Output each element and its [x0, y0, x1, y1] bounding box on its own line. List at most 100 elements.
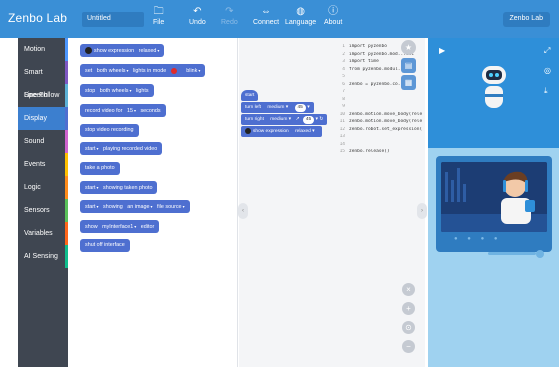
block-shut-off-interface[interactable]: shut off interface [80, 239, 130, 252]
code-line: 14 [336, 142, 428, 150]
robot-base-bar [488, 252, 536, 255]
settings-icon[interactable]: ◎ [544, 66, 551, 75]
block-show-expression[interactable]: show expression relaxed ▾ [241, 126, 322, 137]
block-set-wheel-lights[interactable]: set both wheels▾ lights in mode blink▾ [80, 64, 206, 78]
category-smart-speech[interactable]: Smart Speech [18, 61, 68, 99]
collapse-code-handle[interactable]: › [417, 203, 427, 219]
block-stop-video-recording[interactable]: stop video recording [80, 124, 139, 137]
play-icon[interactable]: ▶ [439, 46, 445, 55]
stage-area: ▶ ⤢ ◎ ⤓ [428, 38, 559, 148]
block-take-photo[interactable]: take a photo [80, 162, 120, 175]
angle-input[interactable]: 45 [302, 116, 315, 124]
image-dropdown[interactable]: an image▾ [127, 200, 152, 214]
menu-about-button[interactable]: ⓘ About [324, 4, 342, 26]
block-text: show expression [94, 48, 135, 54]
category-label: Line Follow [24, 92, 60, 99]
category-motion[interactable]: Motion [18, 38, 68, 61]
chevron-down-icon: ▾ [96, 185, 99, 190]
line-number: 11 [339, 119, 345, 124]
block-start-showing-photo[interactable]: start▾ showing taken photo [80, 181, 158, 195]
code-view-button[interactable]: ▤ [401, 58, 416, 73]
pin-button[interactable]: ★ [401, 40, 416, 55]
speed-dropdown[interactable]: medium ▾ [267, 116, 294, 124]
category-display[interactable]: Display [18, 107, 68, 130]
block-start-showing-image[interactable]: start▾ showing an image▾ file source▾ [80, 200, 190, 213]
collapse-palette-handle[interactable]: ‹ [238, 203, 248, 219]
block-show-expression[interactable]: show expression relaxed▾ [80, 44, 165, 58]
action-dropdown[interactable]: start▾ [85, 200, 99, 214]
wheel-target-dropdown[interactable]: both wheels▾ [100, 84, 132, 98]
speed-dropdown[interactable]: medium ▾ [264, 104, 291, 112]
globe-icon: ◍ [296, 6, 305, 17]
project-title-input[interactable]: Untitled [82, 12, 144, 27]
interface-dropdown[interactable]: myInterface1▾ [102, 220, 136, 234]
category-label: Sensors [24, 207, 50, 214]
block-text: lights in mode [133, 68, 167, 74]
expression-dropdown[interactable]: relaxed ▾ [292, 128, 317, 136]
chevron-down-icon: ▾ [126, 68, 129, 73]
line-number: 6 [342, 81, 345, 87]
grid-view-button[interactable]: ▦ [401, 75, 416, 90]
block-record-video[interactable]: record video for 15▾ seconds [80, 104, 166, 117]
target-icon: ⊙ [405, 323, 412, 332]
dropdown-value: start [85, 146, 96, 152]
block-stop-wheel-lights[interactable]: stop both wheels▾ lights [80, 84, 154, 97]
user-account-button[interactable]: Zenbo Lab [502, 12, 550, 27]
line-number: 3 [342, 59, 345, 64]
dropdown-value: relaxed [138, 48, 157, 54]
dropdown-value: both wheels [99, 88, 129, 94]
category-line-follow[interactable]: Line Follow [18, 84, 68, 107]
category-logic[interactable]: Logic [18, 176, 68, 199]
block-start-playing-video[interactable]: start▾ playing recorded video [80, 142, 163, 156]
fullscreen-icon[interactable]: ⤢ [544, 46, 550, 56]
category-events[interactable]: Events [18, 153, 68, 176]
category-sound[interactable]: Sound [18, 130, 68, 153]
line-number: 9 [342, 104, 345, 109]
plus-icon: + [406, 304, 411, 313]
duration-dropdown[interactable]: 15▾ [127, 104, 136, 118]
block-turn-right[interactable]: turn right medium ▾ ↗ 45 ▾ ↻ [241, 114, 328, 125]
action-dropdown[interactable]: start▾ [85, 142, 99, 156]
category-sidebar: Motion Smart Speech Line Follow Display … [18, 38, 68, 367]
code-text: zenbo.release() [349, 149, 390, 154]
download-icon[interactable]: ⤓ [544, 86, 548, 96]
zoom-in-button[interactable]: + [402, 302, 415, 315]
light-mode-dropdown[interactable]: blink▾ [186, 64, 200, 78]
expression-dropdown[interactable]: relaxed▾ [139, 44, 160, 58]
color-swatch[interactable] [170, 67, 177, 74]
face-icon [245, 127, 251, 134]
menu-connect-label: Connect [253, 19, 280, 26]
zoom-out-button[interactable]: − [402, 340, 415, 353]
block-start-hat[interactable]: start [241, 90, 259, 101]
menu-undo-button[interactable]: ↶ Undo [189, 4, 206, 26]
category-ai-sensing[interactable]: AI Sensing [18, 245, 68, 268]
category-sensors[interactable]: Sensors [18, 199, 68, 222]
block-show-interface-editor[interactable]: show myInterface1▾ editor [80, 220, 160, 234]
file-source-dropdown[interactable]: file source▾ [157, 200, 185, 214]
category-variables[interactable]: Variables [18, 222, 68, 245]
block-text: editor [140, 224, 155, 230]
block-turn-left[interactable]: turn left medium ▾ 45 ▾ [241, 102, 314, 113]
line-number: 14 [339, 141, 345, 147]
robot-display-frame: ● ● ● ● [436, 156, 552, 252]
line-number: 7 [342, 89, 345, 94]
delete-button[interactable]: × [402, 283, 415, 296]
menu-file-button[interactable]: 🗀 File [153, 4, 164, 26]
menu-redo-button[interactable]: ↷ Redo [221, 4, 238, 26]
wheel-target-dropdown[interactable]: both wheels▾ [97, 64, 129, 78]
robot-head [482, 66, 506, 84]
code-line: 13 [336, 134, 428, 142]
block-text: set [85, 68, 93, 74]
action-dropdown[interactable]: start▾ [85, 181, 99, 195]
menu-connect-button[interactable]: ⇔ Connect [253, 4, 279, 26]
menu-language-button[interactable]: ◍ Language [285, 4, 316, 26]
angle-input[interactable]: 45 [294, 104, 306, 112]
code-text: zenbo.motion.move_body(rele [349, 111, 423, 117]
zoom-reset-button[interactable]: ⊙ [402, 321, 415, 334]
dropdown-value: start [85, 204, 96, 210]
chevron-down-icon: ▾ [129, 88, 132, 93]
robot-eye [495, 73, 499, 77]
top-bar: Zenbo Lab Untitled 🗀 File ↶ Undo ↷ Redo … [0, 0, 559, 38]
info-icon: ⓘ [328, 6, 339, 17]
block-text: stop [85, 88, 96, 94]
